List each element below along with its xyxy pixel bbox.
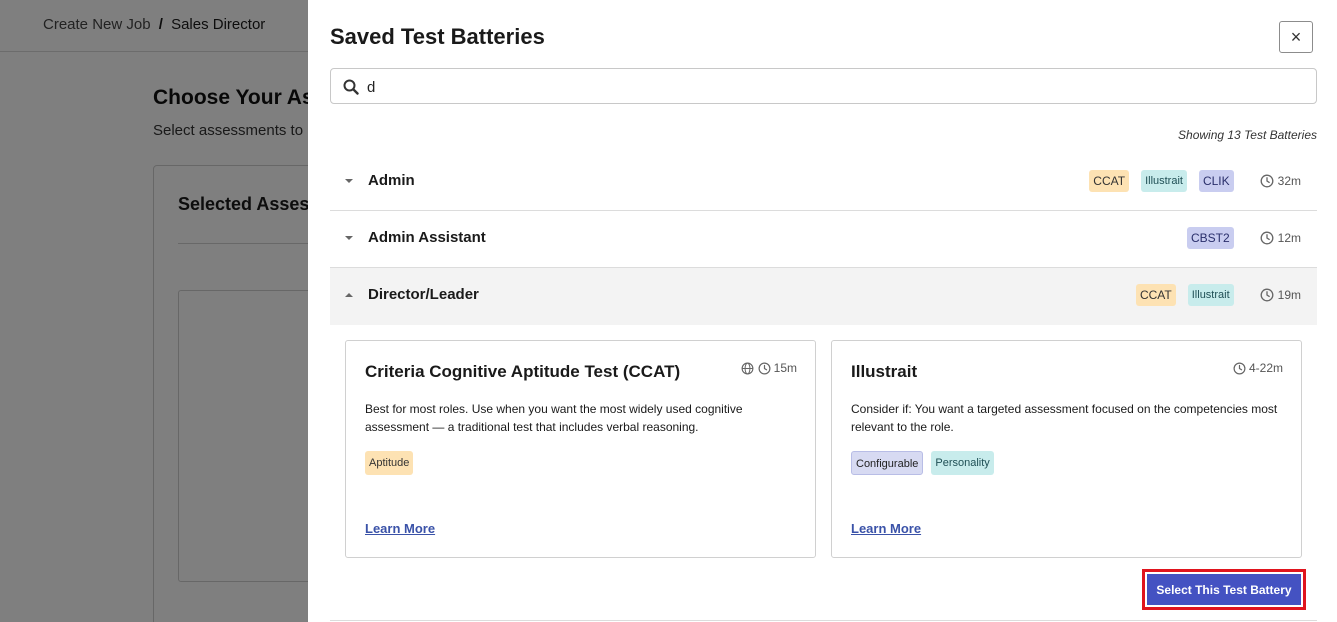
battery-row-director-leader[interactable]: Director/Leader CCAT Illustrait 19m bbox=[330, 268, 1317, 325]
battery-row-admin[interactable]: Admin CCAT Illustrait CLIK 32m bbox=[330, 154, 1317, 211]
assessment-duration: 15m bbox=[773, 361, 797, 375]
tag-configurable: Configurable bbox=[851, 451, 924, 475]
tag-ccat: CCAT bbox=[1089, 170, 1130, 192]
assessment-meta: 4-22m bbox=[1233, 361, 1283, 375]
tag-cbst2: CBST2 bbox=[1186, 227, 1234, 249]
duration-text: 12m bbox=[1277, 231, 1301, 245]
saved-test-batteries-drawer: Saved Test Batteries × Showing 13 Test B… bbox=[308, 0, 1337, 622]
close-button[interactable]: × bbox=[1279, 21, 1313, 53]
assessment-card-ccat: Criteria Cognitive Aptitude Test (CCAT) … bbox=[345, 340, 816, 558]
learn-more-link[interactable]: Learn More bbox=[851, 521, 921, 536]
tag-aptitude: Aptitude bbox=[365, 451, 414, 475]
clock-icon bbox=[1260, 288, 1274, 302]
search-box bbox=[330, 68, 1317, 104]
assessment-description: Best for most roles. Use when you want t… bbox=[365, 402, 743, 434]
tag-ccat: CCAT bbox=[1135, 284, 1176, 306]
assessment-card-illustrait: Illustrait 4-22m Consider if: You want a… bbox=[831, 340, 1302, 558]
assessment-meta: 15m bbox=[741, 361, 797, 375]
select-button-highlight: Select This Test Battery bbox=[1142, 569, 1306, 610]
clock-icon bbox=[1260, 174, 1274, 188]
results-count: Showing 13 Test Batteries bbox=[1178, 128, 1317, 142]
duration-text: 19m bbox=[1277, 288, 1301, 302]
battery-meta: CCAT Illustrait 19m bbox=[1124, 283, 1301, 307]
close-icon: × bbox=[1290, 26, 1302, 47]
tag-illustrait: Illustrait bbox=[1141, 170, 1187, 192]
globe-icon bbox=[741, 362, 754, 374]
tag-clik: CLIK bbox=[1198, 170, 1234, 192]
search-input[interactable] bbox=[367, 75, 1297, 99]
assessment-tags: Configurable Personality bbox=[851, 451, 1002, 475]
chevron-down-icon bbox=[345, 179, 353, 183]
drawer-title: Saved Test Batteries bbox=[330, 24, 545, 49]
battery-name: Admin Assistant bbox=[368, 229, 486, 246]
battery-name: Director/Leader bbox=[368, 286, 479, 303]
tag-personality: Personality bbox=[931, 451, 994, 475]
duration-text: 32m bbox=[1277, 174, 1301, 188]
search-icon bbox=[343, 79, 359, 95]
divider bbox=[330, 620, 1317, 621]
assessment-tags: Aptitude bbox=[365, 451, 421, 475]
battery-name: Admin bbox=[368, 172, 415, 189]
clock-icon bbox=[1233, 362, 1246, 374]
clock-icon bbox=[758, 362, 771, 374]
tag-illustrait: Illustrait bbox=[1187, 284, 1234, 306]
select-test-battery-button[interactable]: Select This Test Battery bbox=[1147, 574, 1301, 605]
duration: 12m bbox=[1260, 231, 1301, 245]
battery-row-admin-assistant[interactable]: Admin Assistant CBST2 12m bbox=[330, 211, 1317, 268]
assessment-title: Illustrait bbox=[851, 362, 918, 381]
battery-meta: CCAT Illustrait CLIK 32m bbox=[1077, 169, 1301, 193]
learn-more-link[interactable]: Learn More bbox=[365, 521, 435, 536]
duration: 19m bbox=[1260, 288, 1301, 302]
chevron-up-icon bbox=[345, 293, 353, 297]
clock-icon bbox=[1260, 231, 1274, 245]
assessment-description: Consider if: You want a targeted assessm… bbox=[851, 402, 1278, 434]
battery-meta: CBST2 12m bbox=[1175, 226, 1301, 250]
assessment-duration: 4-22m bbox=[1248, 361, 1283, 375]
duration: 32m bbox=[1260, 174, 1301, 188]
chevron-down-icon bbox=[345, 236, 353, 240]
assessment-title: Criteria Cognitive Aptitude Test (CCAT) bbox=[365, 362, 681, 381]
